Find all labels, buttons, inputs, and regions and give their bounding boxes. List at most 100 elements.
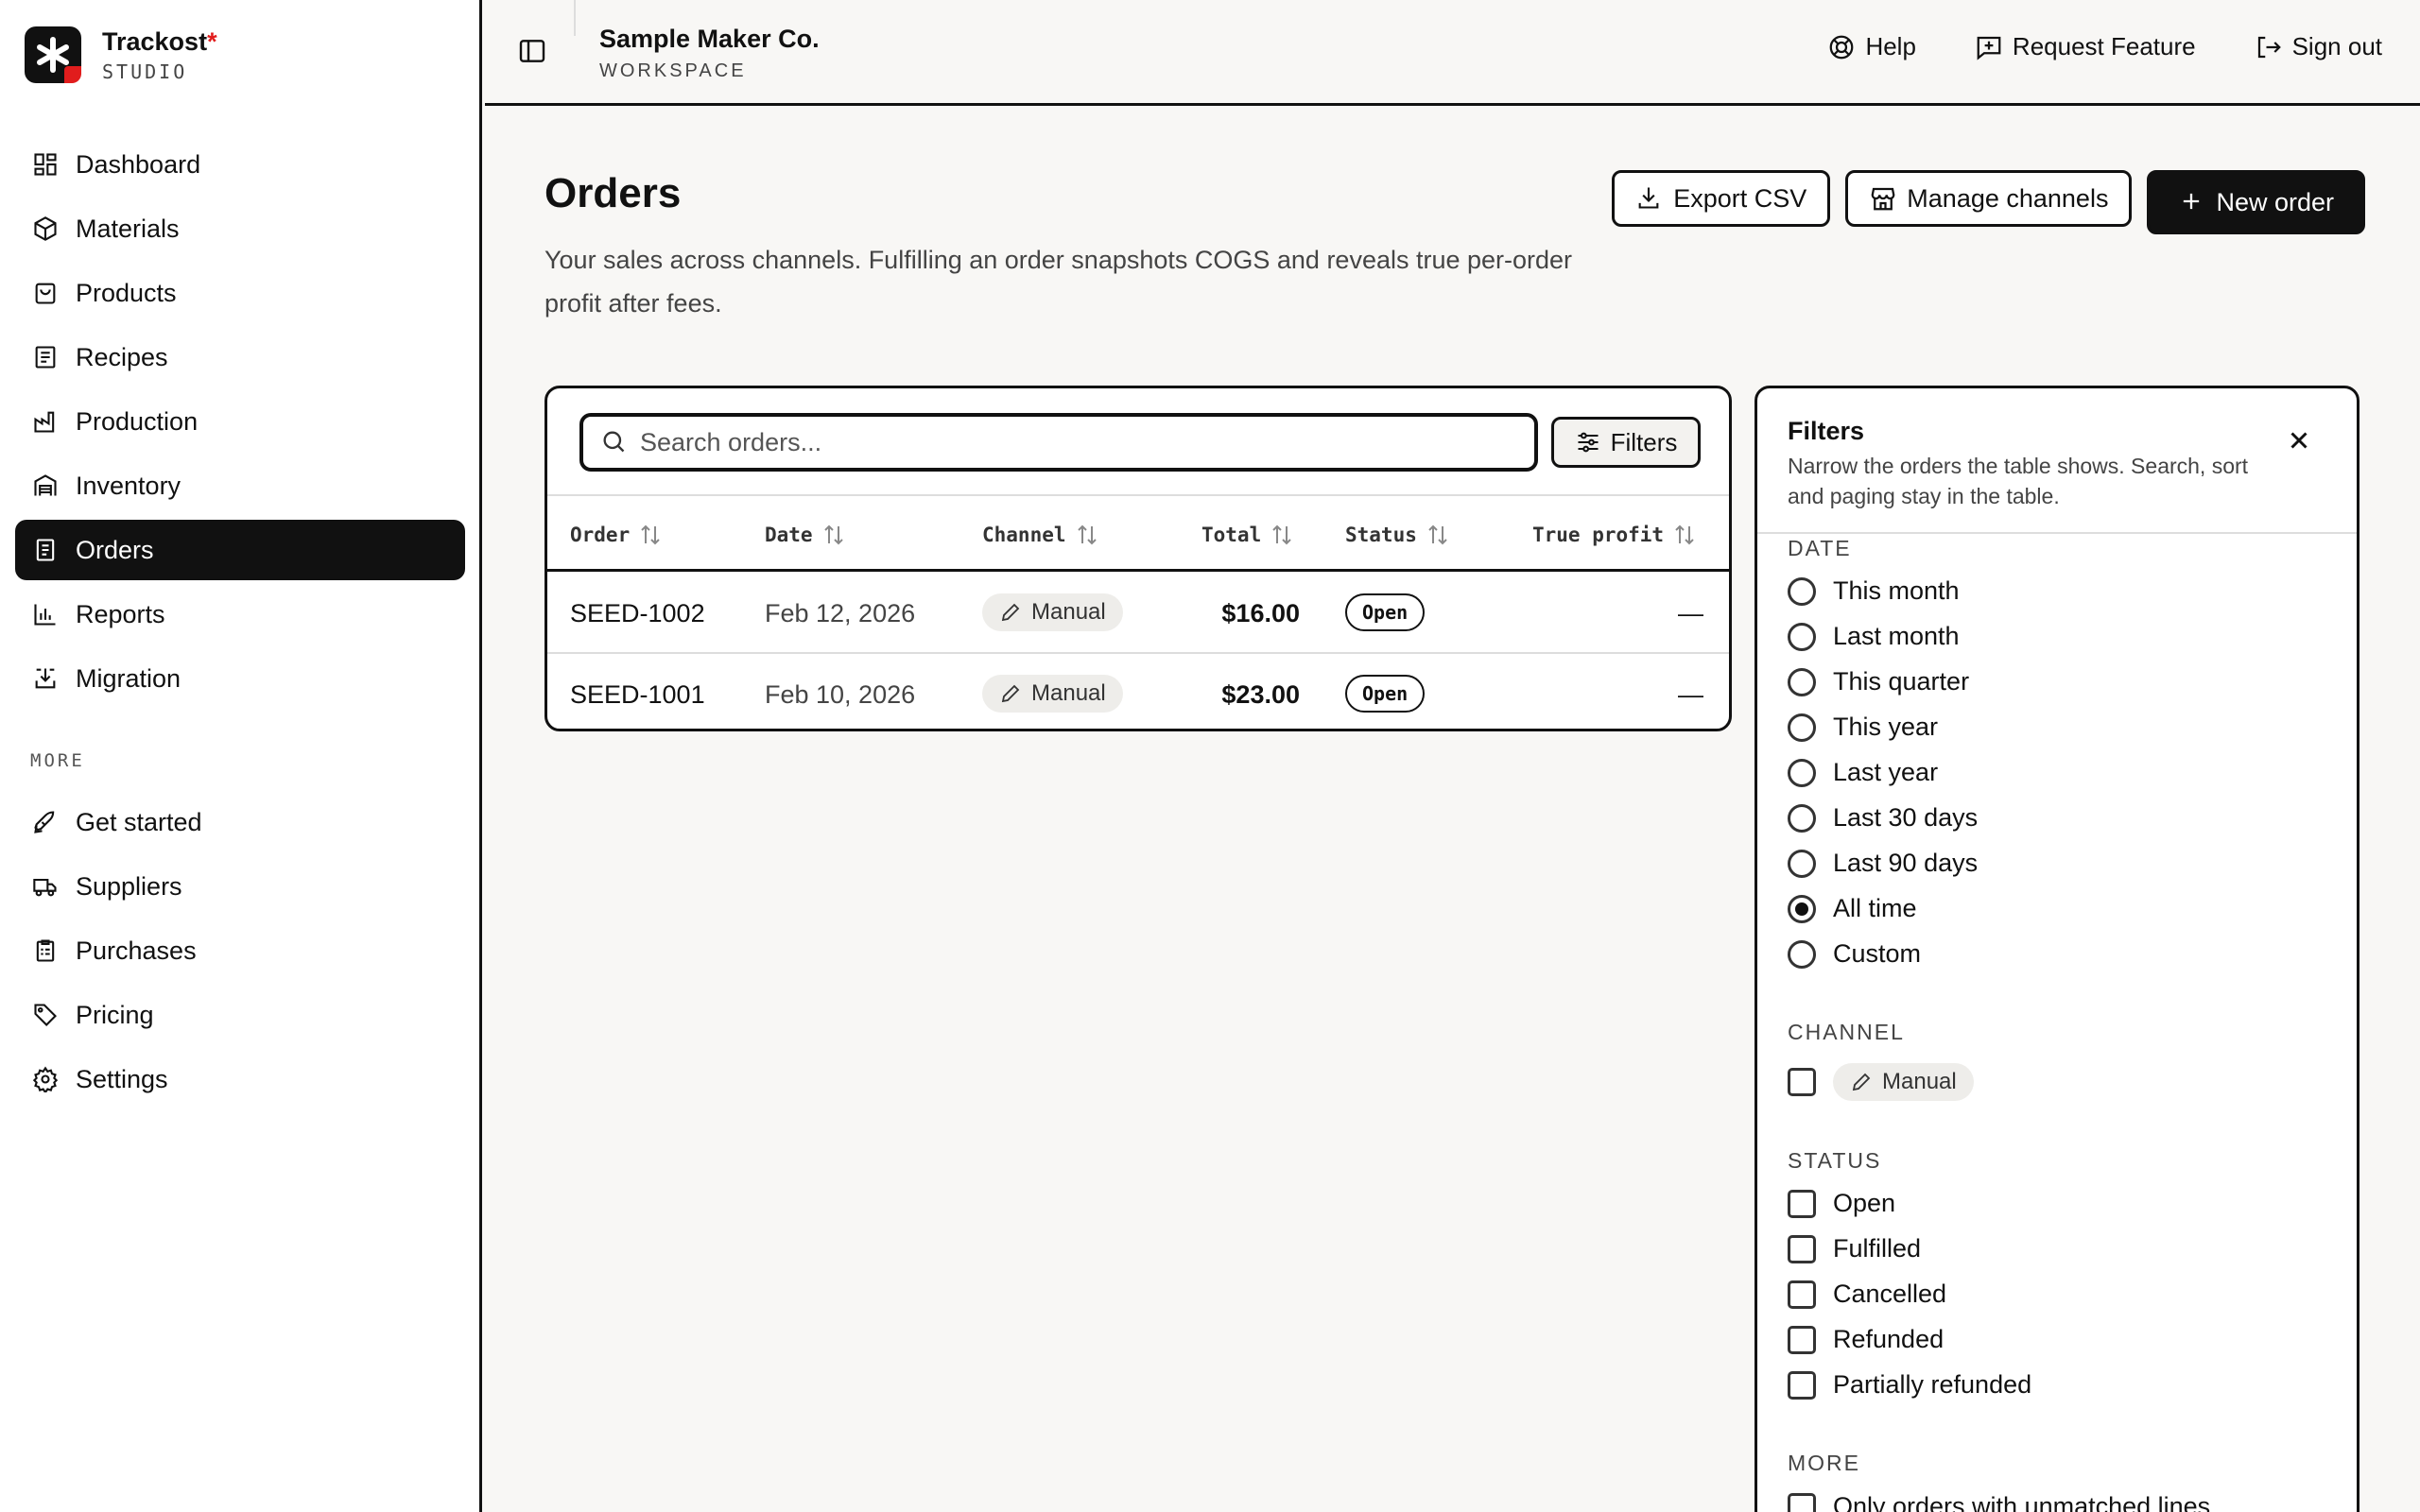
sliders-icon [1575,429,1601,455]
sidebar-item-recipes[interactable]: Recipes [15,327,465,387]
status-option-open[interactable]: Open [1788,1189,1895,1218]
sidebar-item-reports[interactable]: Reports [15,584,465,644]
channel-chip: Manual [982,675,1123,713]
option-label: Custom [1833,939,1922,968]
workspace-name[interactable]: Sample Maker Co. [599,25,820,54]
column-header-status[interactable]: Status [1345,523,1449,547]
help-button[interactable]: Help [1827,32,1916,61]
column-header-total[interactable]: Total [1201,523,1293,547]
date-option-last-year[interactable]: Last year [1788,758,1938,787]
order-id[interactable]: SEED-1002 [570,599,705,628]
sidebar-toggle-icon[interactable] [517,36,549,68]
sidebar-item-label: Materials [76,214,180,243]
true-profit: — [1678,599,1703,627]
true-profit: — [1678,680,1703,709]
radio-button[interactable] [1788,667,1816,696]
order-id[interactable]: SEED-1001 [570,680,705,710]
filters-panel: Filters Narrow the orders the table show… [1754,386,2360,1512]
status-option-partially-refunded[interactable]: Partially refunded [1788,1370,2031,1400]
sidebar-item-label: Purchases [76,936,197,965]
sidebar-item-products[interactable]: Products [15,263,465,323]
sort-icon [1076,523,1098,547]
date-option-custom[interactable]: Custom [1788,939,1921,969]
option-label: This month [1833,576,1960,605]
radio-button[interactable] [1788,622,1816,651]
sidebar-item-dashboard[interactable]: Dashboard [15,134,465,195]
radio-button[interactable] [1788,713,1816,742]
date-option-last-90-days[interactable]: Last 90 days [1788,849,1978,878]
column-header-order[interactable]: Order [570,523,662,547]
sidebar-item-get-started[interactable]: Get started [15,792,465,852]
checkbox[interactable] [1788,1325,1816,1354]
order-date: Feb 10, 2026 [765,680,916,709]
table-row[interactable]: SEED-1001 Feb 10, 2026 Manual $23.00 Ope… [547,656,1729,729]
message-plus-icon [1975,33,2003,61]
filters-button[interactable]: Filters [1551,417,1701,468]
more-option-unmatched-lines[interactable]: Only orders with unmatched lines [1788,1492,2210,1512]
checkbox[interactable] [1788,1234,1816,1263]
status-badge: Open [1345,593,1426,631]
rocket-icon [30,807,60,837]
close-icon[interactable] [2285,426,2315,456]
new-order-label: New order [2216,187,2334,216]
checkbox[interactable] [1788,1370,1816,1400]
date-option-last-month[interactable]: Last month [1788,622,1960,651]
topbar-actions: Help Request Feature Sign out [1769,32,2382,61]
date-option-this-month[interactable]: This month [1788,576,1960,606]
date-option-all-time[interactable]: All time [1788,894,1917,923]
column-header-channel[interactable]: Channel [982,523,1098,547]
brand[interactable]: Trackost* STUDIO [25,26,217,83]
search-placeholder: Search orders... [640,427,822,456]
radio-button-selected[interactable] [1788,894,1816,923]
sidebar-item-migration[interactable]: Migration [15,648,465,709]
request-feature-button[interactable]: Request Feature [1975,32,2196,61]
export-csv-button[interactable]: Export CSV [1612,170,1831,227]
radio-button[interactable] [1788,576,1816,606]
channel-option-manual[interactable]: Manual [1788,1063,1974,1101]
status-option-fulfilled[interactable]: Fulfilled [1788,1234,1921,1263]
manage-channels-button[interactable]: Manage channels [1845,170,2133,227]
clipboard-icon [30,936,60,966]
column-label: Date [765,524,813,546]
checkbox[interactable] [1788,1189,1816,1218]
radio-button[interactable] [1788,849,1816,878]
sidebar-item-pricing[interactable]: Pricing [15,985,465,1045]
sidebar-item-inventory[interactable]: Inventory [15,455,465,516]
radio-button[interactable] [1788,803,1816,833]
sidebar-item-settings[interactable]: Settings [15,1049,465,1109]
nav-section-more: MORE [30,750,85,771]
new-order-button[interactable]: New order [2147,170,2365,234]
sign-out-button[interactable]: Sign out [2255,32,2382,61]
sign-out-label: Sign out [2291,32,2382,60]
date-option-this-year[interactable]: This year [1788,713,1938,742]
table-row[interactable]: SEED-1002 Feb 12, 2026 Manual $16.00 Ope… [547,575,1729,654]
sidebar-item-materials[interactable]: Materials [15,198,465,259]
dashboard-icon [30,149,60,180]
trackost-logo-icon [25,26,81,83]
sidebar-item-label: Products [76,278,177,307]
table-header: Order Date Channel Total Status True pro… [547,494,1729,572]
gear-icon [30,1064,60,1094]
column-header-true-profit[interactable]: True profit [1532,523,1696,547]
truck-icon [30,871,60,902]
sidebar-item-production[interactable]: Production [15,391,465,452]
pencil-icon [999,682,1022,705]
checkbox[interactable] [1788,1280,1816,1309]
sidebar-item-purchases[interactable]: Purchases [15,920,465,981]
date-option-this-quarter[interactable]: This quarter [1788,667,1969,696]
radio-button[interactable] [1788,939,1816,969]
topbar-divider [574,0,576,36]
checkbox[interactable] [1788,1492,1816,1512]
checkbox[interactable] [1788,1068,1816,1096]
date-option-last-30-days[interactable]: Last 30 days [1788,803,1978,833]
bag-icon [30,278,60,308]
sidebar-item-orders[interactable]: Orders [15,520,465,580]
logout-icon [2255,33,2283,61]
column-header-date[interactable]: Date [765,523,845,547]
status-option-refunded[interactable]: Refunded [1788,1325,1944,1354]
search-input[interactable]: Search orders... [579,413,1538,472]
sidebar-item-suppliers[interactable]: Suppliers [15,856,465,917]
status-option-cancelled[interactable]: Cancelled [1788,1280,1946,1309]
radio-button[interactable] [1788,758,1816,787]
option-label: This quarter [1833,667,1970,696]
